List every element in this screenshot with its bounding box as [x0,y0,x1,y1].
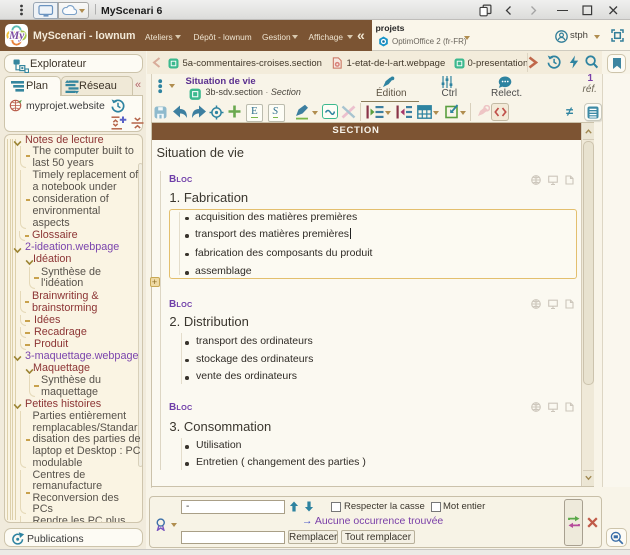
svg-text:My: My [8,30,25,42]
